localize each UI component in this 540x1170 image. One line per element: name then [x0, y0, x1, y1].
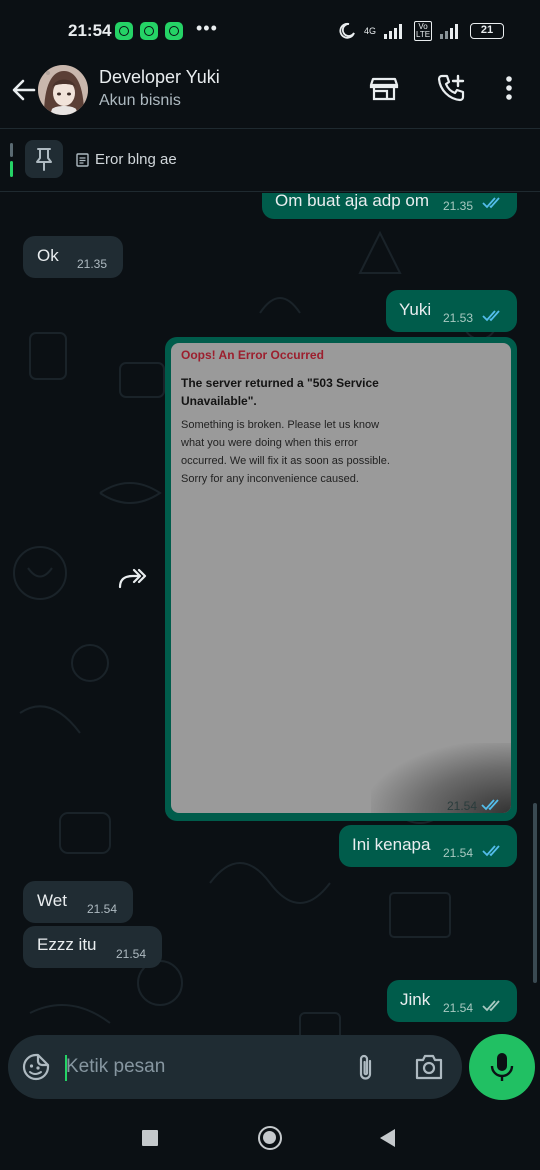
read-ticks-icon [482, 845, 500, 857]
signal-icon [440, 24, 458, 39]
error-screenshot-image[interactable]: Oops! An Error Occurred The server retur… [171, 343, 511, 813]
sticker-icon[interactable] [21, 1052, 51, 1082]
avatar[interactable] [38, 65, 88, 115]
message-bubble[interactable]: Yuki 21.53 [386, 290, 517, 332]
more-notifications-icon: ••• [196, 18, 218, 38]
camera-icon[interactable] [413, 1052, 445, 1082]
message-text: Wet [37, 891, 67, 910]
message-input-bar [8, 1035, 462, 1099]
contact-status: Akun bisnis [99, 92, 181, 109]
read-ticks-icon [481, 799, 499, 811]
home-circle-icon[interactable] [258, 1126, 282, 1150]
message-bubble[interactable]: Ezzz itu 21.54 [23, 926, 162, 968]
message-time: 21.54 [443, 1001, 474, 1015]
avatar-image [38, 65, 88, 115]
contact-name[interactable]: Developer Yuki [99, 67, 220, 88]
whatsapp-icon [165, 22, 183, 40]
do-not-disturb-icon [339, 22, 355, 39]
error-body: Something is broken. Please let us know … [181, 419, 390, 485]
arrow-left-icon[interactable] [10, 76, 38, 104]
voice-message-button[interactable] [469, 1034, 535, 1100]
error-heading: The server returned a "503 Service Unava… [181, 376, 379, 408]
whatsapp-icon [115, 22, 133, 40]
message-text: Ini kenapa [352, 835, 431, 854]
message-text: Jink [400, 990, 431, 1009]
message-time: 21.54 [446, 799, 477, 813]
scrollbar[interactable] [533, 803, 537, 983]
document-icon [76, 152, 89, 167]
message-time: 21.54 [87, 902, 118, 916]
chat-area[interactable]: Om buat aja adp om 21.35 Ok 21.35 Yuki 2… [0, 193, 540, 1103]
message-text: Ezzz itu [37, 935, 97, 954]
back-triangle-icon[interactable] [380, 1129, 395, 1147]
pin-icon[interactable] [25, 140, 63, 178]
message-text: Om buat aja adp om [275, 193, 430, 210]
signal-icon [384, 24, 402, 39]
microphone-icon [490, 1053, 514, 1081]
battery-icon: 21 [470, 23, 504, 39]
message-input[interactable] [66, 1052, 336, 1082]
attach-icon[interactable] [352, 1052, 380, 1084]
message-time: 21.35 [77, 257, 108, 271]
pinned-message[interactable]: Eror blng ae [76, 151, 177, 168]
error-title: Oops! An Error Occurred [181, 348, 324, 362]
read-ticks-icon [482, 197, 500, 209]
chat-header: Developer Yuki Akun bisnis [0, 62, 540, 128]
status-indicators: 4G Vo LTE 21 [338, 20, 504, 42]
pinned-message-bar[interactable]: Eror blng ae [0, 128, 540, 192]
read-ticks-icon [482, 310, 500, 322]
volte-badge: Vo LTE [414, 21, 432, 41]
message-bubble[interactable]: Jink 21.54 [387, 980, 517, 1022]
message-time: 21.35 [443, 199, 474, 213]
forward-icon[interactable] [117, 565, 149, 589]
message-time: 21.54 [443, 846, 474, 860]
system-navigation-bar [0, 1106, 540, 1170]
message-bubble[interactable]: Wet 21.54 [23, 881, 133, 923]
message-bubble[interactable]: Om buat aja adp om 21.35 [262, 193, 517, 219]
image-message[interactable]: Oops! An Error Occurred The server retur… [165, 337, 517, 821]
message-time: 21.53 [443, 311, 474, 325]
delivered-ticks-icon [482, 1000, 500, 1012]
recents-square-icon[interactable] [142, 1130, 158, 1146]
status-time: 21:54 [68, 21, 112, 40]
message-text: Ok [37, 246, 59, 265]
add-call-icon[interactable] [436, 73, 466, 103]
network-type: 4G [363, 25, 376, 36]
message-bubble[interactable]: Ok 21.35 [23, 236, 123, 278]
message-bubble[interactable]: Ini kenapa 21.54 [339, 825, 517, 867]
more-vertical-icon[interactable] [496, 73, 522, 103]
whatsapp-icon [140, 22, 158, 40]
message-time: 21.54 [116, 947, 147, 961]
pin-indicator [10, 143, 13, 179]
message-text: Yuki [399, 300, 432, 319]
pinned-message-text: Eror blng ae [95, 151, 177, 168]
status-bar: 21:54 ••• 4G Vo LTE 21 [0, 0, 540, 62]
store-icon[interactable] [369, 73, 399, 103]
